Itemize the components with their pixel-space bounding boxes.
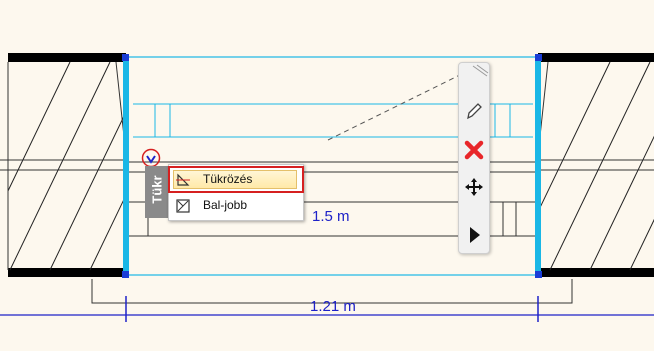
chevron-down-icon (146, 155, 156, 164)
side-tab[interactable]: Tükr (145, 166, 168, 218)
menu-item-label: Tükrözés (203, 172, 253, 186)
menu-item-label: Bal-jobb (203, 198, 248, 212)
move-icon[interactable] (462, 175, 486, 199)
wall-edges (0, 61, 654, 270)
left-right-icon (176, 199, 190, 213)
inner-width-label: 1.5 m (312, 208, 350, 225)
wall-outline (8, 53, 654, 277)
outer-width-label: 1.21 m (310, 298, 356, 315)
floating-toolbar (458, 62, 490, 254)
menu-item-left-right[interactable]: Bal-jobb (169, 193, 303, 218)
mirror-icon (176, 173, 190, 186)
play-icon[interactable] (462, 223, 486, 247)
pencil-icon[interactable] (462, 99, 486, 123)
toolbar-grip-icon (472, 64, 489, 77)
opening-swing-line (327, 69, 471, 141)
delete-icon[interactable] (462, 138, 486, 162)
context-menu: Tükrözés Bal-jobb (168, 164, 304, 221)
wall-hatch-right (538, 61, 654, 271)
side-tab-label: Tükr (149, 175, 165, 204)
menu-item-mirror[interactable]: Tükrözés (168, 166, 304, 193)
